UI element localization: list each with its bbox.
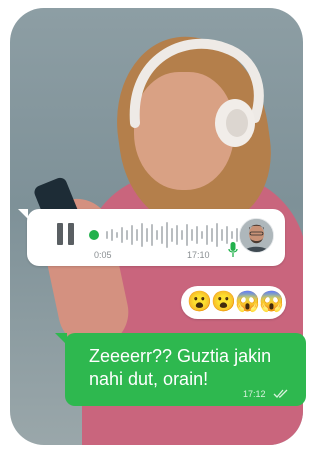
emoji-astonished: 😮 xyxy=(211,291,236,313)
message-timestamp: 17:10 xyxy=(187,250,210,260)
pause-icon[interactable] xyxy=(57,223,75,245)
emoji-reaction-bubble[interactable]: 😮 😮 😱 😱 xyxy=(181,286,286,319)
emoji-screaming: 😱 xyxy=(259,291,284,313)
voice-message-bubble[interactable]: 0:05 17:10 xyxy=(18,209,285,266)
playback-position-dot[interactable] xyxy=(89,230,99,240)
elapsed-time: 0:05 xyxy=(94,250,112,260)
double-check-icon xyxy=(273,389,288,398)
emoji-screaming: 😱 xyxy=(235,291,260,313)
outgoing-message-bubble[interactable]: Zeeeerr?? Guztia jakin nahi dut, orain! … xyxy=(55,333,306,406)
message-text: Zeeeerr?? Guztia jakin nahi dut, orain! xyxy=(89,346,272,389)
message-time: 17:12 xyxy=(243,389,266,399)
headphones-icon xyxy=(129,38,264,147)
microphone-icon xyxy=(228,242,238,257)
sender-avatar[interactable] xyxy=(239,218,274,253)
avatar-photo xyxy=(240,219,273,252)
emoji-astonished: 😮 xyxy=(187,291,212,313)
